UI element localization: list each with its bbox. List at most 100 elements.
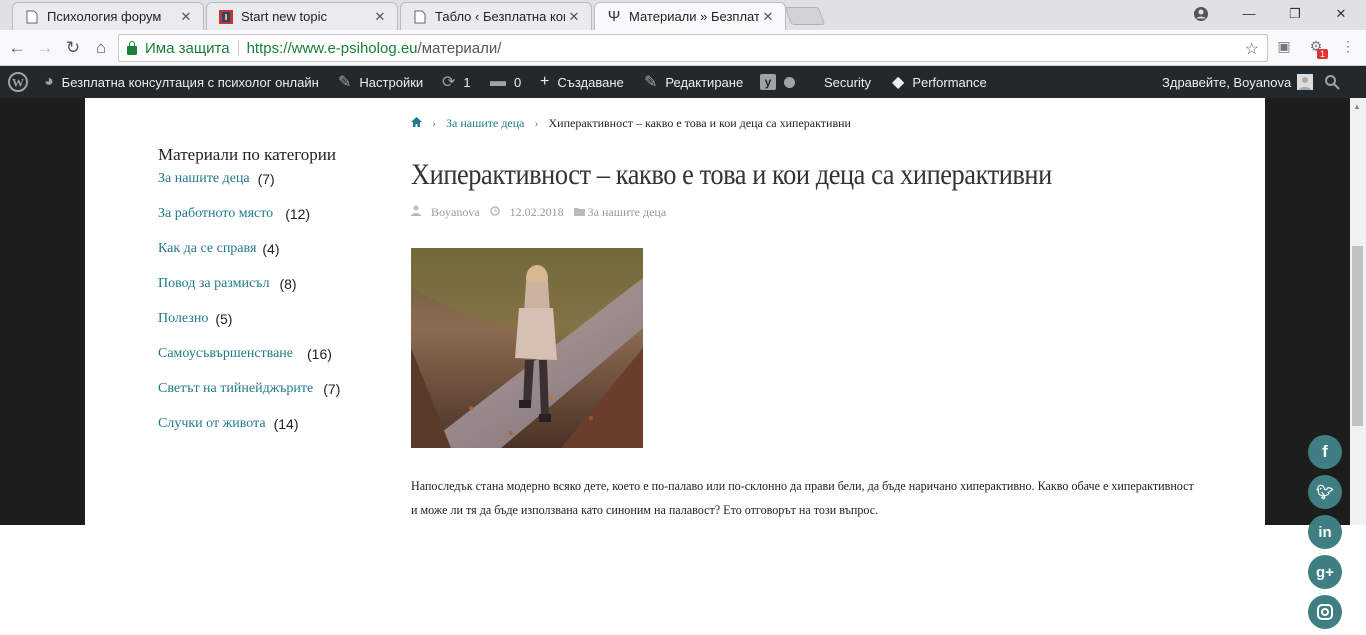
- wordpress-logo-icon[interactable]: W: [8, 66, 28, 98]
- separator: [237, 40, 239, 56]
- doc-icon: [413, 10, 427, 24]
- scrollbar-thumb[interactable]: [1352, 246, 1363, 426]
- list-item: Полезно (5): [158, 311, 398, 346]
- updates-link[interactable]: ⟳ 1: [442, 66, 471, 98]
- doc-icon: [25, 10, 39, 24]
- svg-text:W: W: [12, 76, 24, 90]
- category-count: (7): [257, 171, 275, 187]
- tab-dashboard[interactable]: Табло ‹ Безплатна консу ✕: [400, 2, 592, 30]
- wp-admin-bar: W ◕ Безплатна консултация с психолог онл…: [0, 66, 1366, 98]
- category-count: (12): [285, 206, 311, 222]
- list-item: Светът на тийнейджърите (7): [158, 381, 398, 416]
- tab-title: Start new topic: [241, 9, 327, 24]
- extension-badge-icon[interactable]: ⚙ 1: [1305, 38, 1329, 59]
- reload-icon[interactable]: ↻: [62, 38, 84, 58]
- url-path: /материали/: [417, 39, 502, 57]
- customize-label: Настройки: [359, 74, 424, 90]
- avatar: [1297, 74, 1314, 90]
- status-dot-icon: [784, 76, 795, 88]
- address-bar[interactable]: Има защита https://www.e-psiholog.eu /ма…: [118, 34, 1268, 62]
- pencil-icon: ✎: [644, 74, 658, 91]
- psi-icon: Ψ: [607, 8, 621, 25]
- extension-icon[interactable]: ▣: [1273, 38, 1295, 58]
- comments-link[interactable]: ▬ 0: [490, 66, 521, 98]
- bookmark-star-icon[interactable]: ☆: [1245, 39, 1259, 59]
- customize-link[interactable]: ✎ Настройки: [338, 66, 423, 98]
- category-sidebar: Материали по категории За нашите деца (7)…: [158, 145, 398, 451]
- tab-psychology-forum[interactable]: Психология форум ✕: [12, 2, 204, 30]
- page-title: Хиперактивност – какво е това и кои деца…: [411, 158, 1052, 191]
- breadcrumb: › За нашите деца › Хиперактивност – какв…: [411, 116, 851, 131]
- edit-link[interactable]: ✎ Редактиране: [644, 66, 743, 98]
- folder-icon: [573, 205, 585, 220]
- tab-start-new-topic[interactable]: Start new topic ✕: [206, 2, 398, 30]
- home-icon[interactable]: ⌂: [90, 38, 112, 58]
- new-content-link[interactable]: + Създаване: [540, 66, 624, 98]
- site-name: Безплатна консултация с психолог онлайн: [61, 74, 319, 90]
- scroll-up-icon[interactable]: ▲: [1353, 102, 1361, 111]
- forum-icon: [219, 9, 233, 24]
- menu-icon[interactable]: ⋮: [1337, 38, 1359, 58]
- updates-icon: ⟳: [442, 74, 456, 91]
- twitter-icon[interactable]: 🐦︎: [1308, 475, 1342, 509]
- category-link[interactable]: За нашите деца: [158, 171, 250, 206]
- back-icon[interactable]: ←: [6, 38, 28, 58]
- list-item: За нашите деца (7): [158, 171, 398, 206]
- category-link[interactable]: За работното място: [158, 206, 273, 241]
- breadcrumb-link[interactable]: За нашите деца: [446, 116, 525, 131]
- minimize-icon[interactable]: —: [1234, 4, 1264, 24]
- updates-count: 1: [463, 74, 471, 90]
- performance-link[interactable]: ◆ Performance: [892, 66, 987, 98]
- category-link[interactable]: Самоусъвършенстване: [158, 346, 293, 381]
- post-category[interactable]: За нашите деца: [588, 205, 667, 220]
- my-account-link[interactable]: Здравейте, Boyanova: [1162, 66, 1314, 98]
- profile-icon[interactable]: [1186, 4, 1216, 24]
- category-count: (8): [279, 276, 297, 292]
- lock-icon: [127, 40, 137, 55]
- clock-icon: [489, 205, 500, 220]
- category-link[interactable]: Случки от живота: [158, 416, 266, 451]
- facebook-icon[interactable]: f: [1308, 435, 1342, 469]
- yoast-seo-link[interactable]: y: [760, 66, 795, 98]
- forward-icon[interactable]: →: [34, 38, 56, 58]
- new-tab-button[interactable]: [784, 7, 826, 25]
- security-label: Security: [824, 74, 871, 90]
- site-name-link[interactable]: ◕ Безплатна консултация с психолог онлай…: [44, 66, 319, 98]
- close-icon[interactable]: ✕: [759, 9, 777, 25]
- chevron-right-icon: ›: [534, 116, 539, 130]
- performance-label: Performance: [912, 74, 987, 90]
- instagram-icon[interactable]: [1308, 595, 1342, 629]
- close-icon[interactable]: ✕: [565, 9, 583, 25]
- linkedin-icon[interactable]: in: [1308, 515, 1342, 549]
- close-icon[interactable]: ✕: [371, 9, 389, 25]
- post-date: 12.02.2018: [509, 205, 564, 219]
- tab-materials[interactable]: Ψ Материали » Безплатна ✕: [594, 2, 786, 30]
- category-count: (5): [215, 311, 233, 327]
- window-close-icon[interactable]: ✕: [1326, 4, 1356, 24]
- performance-icon: ◆: [892, 74, 905, 91]
- google-plus-icon[interactable]: g+: [1308, 555, 1342, 589]
- plus-icon: +: [540, 73, 550, 90]
- category-link[interactable]: Как да се справя: [158, 241, 256, 276]
- category-count: (16): [307, 346, 332, 362]
- list-item: Случки от живота (14): [158, 416, 398, 451]
- breadcrumb-current: Хиперактивност – какво е това и кои деца…: [548, 116, 851, 130]
- list-item: За работното място (12): [158, 206, 398, 241]
- brush-icon: ✎: [338, 74, 352, 91]
- list-item: Как да се справя (4): [158, 241, 398, 276]
- category-link[interactable]: Светът на тийнейджърите: [158, 381, 313, 416]
- search-icon[interactable]: [1324, 66, 1340, 98]
- comments-count: 0: [514, 74, 522, 90]
- close-icon[interactable]: ✕: [177, 9, 195, 25]
- category-link[interactable]: Полезно: [158, 311, 208, 346]
- restore-icon[interactable]: ❐: [1280, 4, 1310, 24]
- category-link[interactable]: Повод за размисъл: [158, 276, 269, 311]
- category-count: (14): [273, 416, 299, 432]
- post-meta: Boyanova 12.02.2018 За нашите деца: [411, 205, 676, 220]
- post-author[interactable]: Boyanova: [431, 205, 480, 220]
- security-link[interactable]: Security: [824, 66, 871, 98]
- secure-indicator[interactable]: Има защита: [119, 40, 230, 57]
- page-background: Материали по категории За нашите деца (7)…: [0, 98, 1350, 629]
- tab-title: Табло ‹ Безплатна консу: [435, 9, 565, 24]
- home-icon[interactable]: [411, 116, 422, 131]
